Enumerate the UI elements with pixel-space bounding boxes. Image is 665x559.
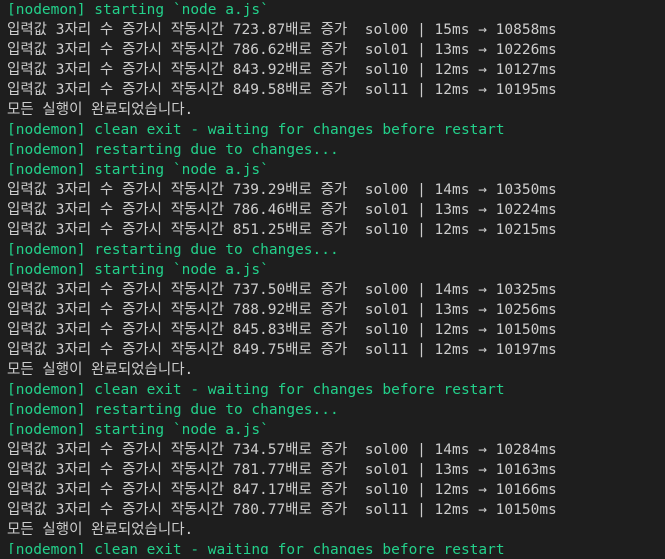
terminal-line: 입력값 3자리 수 증가시 작동시간 780.77배로 증가 sol11 | 1…	[7, 502, 557, 518]
terminal-line: 모든 실행이 완료되었습니다.	[7, 522, 194, 538]
terminal-output[interactable]: [nodemon] starting `node a.js` 입력값 3자리 수…	[0, 0, 665, 559]
terminal-line: 입력값 3자리 수 증가시 작동시간 849.75배로 증가 sol11 | 1…	[7, 342, 557, 358]
terminal-line: [nodemon] clean exit - waiting for chang…	[7, 382, 505, 398]
terminal-line: 입력값 3자리 수 증가시 작동시간 781.77배로 증가 sol01 | 1…	[7, 462, 557, 478]
terminal-line: 모든 실행이 완료되었습니다.	[7, 362, 194, 378]
terminal-line: 입력값 3자리 수 증가시 작동시간 851.25배로 증가 sol10 | 1…	[7, 222, 557, 238]
terminal-line: 입력값 3자리 수 증가시 작동시간 723.87배로 증가 sol00 | 1…	[7, 22, 557, 38]
terminal-line: [nodemon] clean exit - waiting for chang…	[7, 122, 505, 138]
terminal-line: 입력값 3자리 수 증가시 작동시간 843.92배로 증가 sol10 | 1…	[7, 62, 557, 78]
terminal-line: [nodemon] clean exit - waiting for chang…	[7, 542, 505, 554]
terminal-line: 입력값 3자리 수 증가시 작동시간 739.29배로 증가 sol00 | 1…	[7, 182, 557, 198]
terminal-line: 입력값 3자리 수 증가시 작동시간 849.58배로 증가 sol11 | 1…	[7, 82, 557, 98]
terminal-line: [nodemon] starting `node a.js`	[7, 162, 269, 178]
terminal-line: 입력값 3자리 수 증가시 작동시간 737.50배로 증가 sol00 | 1…	[7, 282, 557, 298]
terminal-line: 입력값 3자리 수 증가시 작동시간 845.83배로 증가 sol10 | 1…	[7, 322, 557, 338]
terminal-line: [nodemon] starting `node a.js`	[7, 422, 269, 438]
terminal-line: [nodemon] restarting due to changes...	[7, 142, 339, 158]
terminal-line: [nodemon] restarting due to changes...	[7, 402, 339, 418]
terminal-line: 입력값 3자리 수 증가시 작동시간 734.57배로 증가 sol00 | 1…	[7, 442, 557, 458]
terminal-line: 입력값 3자리 수 증가시 작동시간 786.62배로 증가 sol01 | 1…	[7, 42, 557, 58]
terminal-line: [nodemon] starting `node a.js`	[7, 2, 269, 18]
terminal-line: [nodemon] restarting due to changes...	[7, 242, 339, 258]
terminal-line: [nodemon] starting `node a.js`	[7, 262, 269, 278]
terminal-line: 입력값 3자리 수 증가시 작동시간 788.92배로 증가 sol01 | 1…	[7, 302, 557, 318]
terminal-line: 입력값 3자리 수 증가시 작동시간 847.17배로 증가 sol10 | 1…	[7, 482, 557, 498]
terminal-line: 모든 실행이 완료되었습니다.	[7, 102, 194, 118]
terminal-line: 입력값 3자리 수 증가시 작동시간 786.46배로 증가 sol01 | 1…	[7, 202, 557, 218]
